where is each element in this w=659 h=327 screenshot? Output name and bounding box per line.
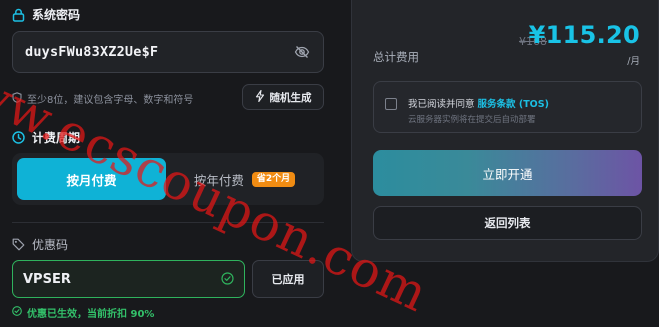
yearly-label: 按年付费 bbox=[193, 172, 244, 188]
tos-note: 云服务器实例将在提交后自动部署 bbox=[408, 115, 536, 125]
order-form-left: 系统密码 duysFWu83XZ2Ue$F 至少8位，建议包含字母、数字和符号 … bbox=[0, 0, 340, 327]
coupon-status-text: 优惠已生效，当前折扣 90% bbox=[27, 309, 155, 320]
tos-text: 我已阅读并同意 服务条款 (TOS) bbox=[408, 96, 549, 110]
section-divider bbox=[12, 222, 324, 223]
tag-icon bbox=[12, 238, 25, 251]
apply-coupon-button[interactable]: 已应用 bbox=[252, 260, 324, 298]
generate-password-button[interactable]: 随机生成 bbox=[242, 84, 324, 110]
tos-checkbox[interactable] bbox=[385, 98, 397, 110]
password-section-title: 系统密码 bbox=[12, 6, 80, 23]
final-price: ¥115.20 bbox=[528, 21, 640, 49]
billing-toggle: 按月付费 按年付费 省2个月 bbox=[12, 153, 324, 205]
back-to-list-button[interactable]: 返回列表 bbox=[373, 206, 642, 240]
password-hint: 至少8位，建议包含字母、数字和符号 bbox=[12, 91, 193, 106]
tos-link[interactable]: 服务条款 (TOS) bbox=[478, 99, 549, 110]
generate-label: 随机生成 bbox=[269, 91, 312, 104]
billing-section-title: 计费周期 bbox=[12, 129, 80, 146]
tos-agreement: 我已阅读并同意 服务条款 (TOS) 云服务器实例将在提交后自动部署 bbox=[373, 81, 642, 133]
lock-icon bbox=[12, 8, 25, 22]
save-badge: 省2个月 bbox=[251, 171, 296, 187]
password-value[interactable]: duysFWu83XZ2Ue$F bbox=[25, 44, 293, 60]
monthly-label: 按月付费 bbox=[66, 172, 117, 188]
check-circle-icon bbox=[221, 270, 234, 289]
apply-label: 已应用 bbox=[271, 273, 305, 286]
password-hint-text: 至少8位，建议包含字母、数字和符号 bbox=[27, 95, 194, 106]
coupon-title-text: 优惠码 bbox=[32, 238, 69, 252]
check-circle-icon bbox=[12, 306, 22, 319]
lightning-icon bbox=[255, 89, 265, 105]
eye-off-icon[interactable] bbox=[293, 43, 311, 61]
clock-icon bbox=[12, 131, 25, 144]
submit-order-button[interactable]: 立即开通 bbox=[373, 150, 642, 196]
submit-label: 立即开通 bbox=[482, 166, 533, 182]
coupon-value[interactable]: VPSER bbox=[23, 272, 221, 287]
price-period: /月 bbox=[627, 56, 640, 67]
shield-icon bbox=[12, 91, 22, 106]
tos-prefix: 我已阅读并同意 bbox=[408, 99, 475, 110]
coupon-section-title: 优惠码 bbox=[12, 236, 68, 253]
coupon-input[interactable]: VPSER bbox=[12, 260, 245, 298]
billing-title-text: 计费周期 bbox=[32, 131, 81, 145]
password-title-text: 系统密码 bbox=[32, 8, 81, 22]
coupon-status: 优惠已生效，当前折扣 90% bbox=[12, 305, 154, 320]
back-label: 返回列表 bbox=[484, 216, 531, 230]
total-label: 总计费用 bbox=[373, 50, 419, 64]
password-input[interactable]: duysFWu83XZ2Ue$F bbox=[12, 31, 324, 73]
order-summary-panel: 总计费用 ¥168 ¥115.20 /月 我已阅读并同意 服务条款 (TOS) … bbox=[351, 0, 659, 262]
billing-yearly-option[interactable]: 按年付费 省2个月 bbox=[170, 158, 319, 200]
billing-monthly-option[interactable]: 按月付费 bbox=[17, 158, 166, 200]
